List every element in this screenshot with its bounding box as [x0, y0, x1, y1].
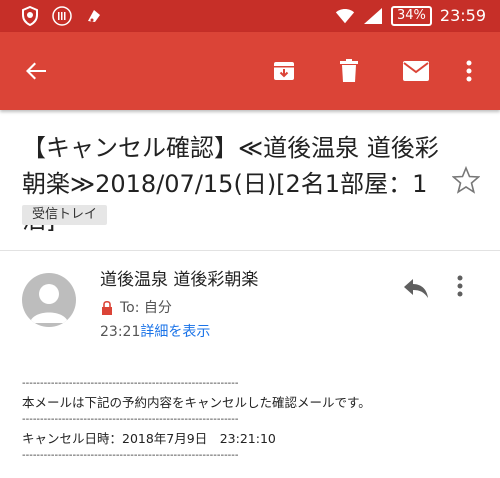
wifi-icon — [335, 6, 355, 26]
back-button[interactable] — [22, 57, 50, 85]
body-line: 本メールは下記の予約内容をキャンセルした確認メールです。 — [22, 395, 371, 410]
message-more-button[interactable] — [456, 274, 476, 300]
reply-button[interactable] — [402, 276, 430, 300]
signal-icon — [363, 6, 383, 26]
separator-dashes: ----------------------------------------… — [22, 414, 239, 425]
avatar[interactable] — [22, 273, 76, 327]
more-vert-icon — [466, 60, 472, 82]
status-bar-system: 34% 23:59 — [335, 4, 486, 28]
status-time: 23:59 — [439, 6, 486, 25]
status-bar-notifications — [20, 6, 104, 26]
separator-dashes: ----------------------------------------… — [22, 378, 239, 389]
time-line: 23:21詳細を表示 — [100, 322, 210, 342]
star-button[interactable] — [451, 165, 481, 194]
barcode-icon — [52, 6, 72, 26]
recipient-line[interactable]: To: 自分 — [100, 298, 172, 318]
mail-icon — [403, 61, 429, 81]
archive-icon — [274, 62, 294, 80]
mark-unread-button[interactable] — [402, 57, 430, 85]
battery-indicator: 34% — [390, 6, 432, 26]
important-lock-icon — [102, 300, 112, 315]
archive-button[interactable] — [270, 57, 298, 85]
sent-time: 23:21 — [100, 324, 141, 340]
status-bar: 34% 23:59 — [0, 0, 500, 32]
sender-name: 道後温泉 道後彩朝楽 — [100, 270, 259, 290]
inbox-label[interactable]: 受信トレイ — [22, 205, 108, 225]
star-icon — [451, 165, 481, 194]
divider — [0, 250, 500, 251]
reply-icon — [404, 279, 428, 298]
wallet-icon — [84, 6, 104, 26]
arrow-back-icon — [26, 62, 46, 80]
more-vert-icon — [457, 275, 463, 297]
delete-icon — [340, 59, 358, 82]
email-body: ----------------------------------------… — [22, 378, 482, 462]
show-details-link[interactable]: 詳細を表示 — [140, 324, 210, 340]
app-bar — [0, 32, 500, 110]
delete-button[interactable] — [335, 57, 363, 85]
person-icon — [30, 284, 68, 323]
body-line: キャンセル日時：2018年7月9日 23:21:10 — [22, 431, 276, 446]
recipient-text: To: 自分 — [120, 300, 172, 316]
separator-dashes: ----------------------------------------… — [22, 450, 239, 461]
more-options-button[interactable] — [455, 57, 483, 85]
shield-icon — [20, 6, 40, 26]
